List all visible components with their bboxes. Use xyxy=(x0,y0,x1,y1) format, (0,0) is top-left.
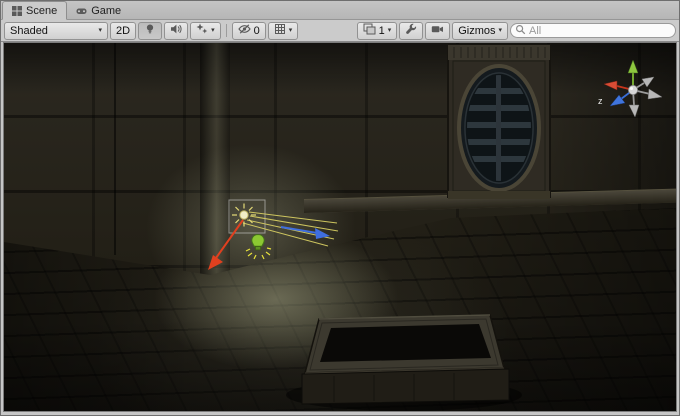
tab-game[interactable]: Game xyxy=(67,2,130,19)
stone-trough[interactable] xyxy=(286,315,522,411)
scene-lighting-toggle[interactable] xyxy=(138,22,162,40)
gizmos-dropdown[interactable]: Gizmos ▾ xyxy=(452,22,508,40)
grid-icon xyxy=(274,23,286,38)
frames-icon xyxy=(363,23,376,38)
scene-effects-dropdown[interactable]: ▾ xyxy=(190,22,221,40)
scene-toolbar: Shaded ▾ 2D ▾ 0 xyxy=(1,20,679,42)
magnifier-icon xyxy=(515,22,526,40)
video-camera-icon xyxy=(431,23,444,38)
wrench-icon xyxy=(405,23,417,38)
scene-visibility-toggle[interactable]: 0 xyxy=(232,22,266,40)
eye-slash-icon xyxy=(238,23,251,38)
chevron-down-icon: ▾ xyxy=(98,27,102,34)
scene-overlay: z xyxy=(4,43,676,411)
toolbar-separator xyxy=(226,24,227,37)
scene-search-input[interactable] xyxy=(529,25,669,37)
chevron-down-icon: ▾ xyxy=(498,27,502,34)
chevron-down-icon: ▾ xyxy=(211,27,215,34)
overlays-dropdown[interactable]: 1 ▾ xyxy=(357,22,398,40)
scene-search-field[interactable] xyxy=(510,23,676,38)
scene-viewport[interactable]: z xyxy=(3,42,677,412)
carved-alcove[interactable] xyxy=(448,45,550,199)
chevron-down-icon: ▾ xyxy=(388,27,392,34)
game-tab-gamepad-icon xyxy=(76,6,87,16)
toggle-2d-button[interactable]: 2D xyxy=(110,22,136,40)
scene-tab-grid-icon xyxy=(12,6,22,16)
gizmo-z-label: z xyxy=(598,96,603,106)
sparkle-icon xyxy=(196,23,208,38)
speaker-icon xyxy=(170,23,182,38)
tab-bar: Scene Game xyxy=(1,1,679,20)
scene-camera-button[interactable] xyxy=(425,22,450,40)
orientation-gizmo[interactable]: z xyxy=(598,60,662,117)
gizmos-label: Gizmos xyxy=(458,25,495,37)
gizmo-center-sphere[interactable] xyxy=(628,85,637,94)
move-handle-x[interactable] xyxy=(208,220,243,270)
draw-mode-dropdown[interactable]: Shaded ▾ xyxy=(4,22,108,40)
chevron-down-icon: ▾ xyxy=(289,27,293,34)
scene-panel-window: Scene Game Shaded ▾ 2D xyxy=(0,0,680,416)
tab-scene-label: Scene xyxy=(26,5,57,17)
hidden-object-count: 0 xyxy=(254,25,260,37)
editor-tools-button[interactable] xyxy=(399,22,423,40)
tab-scene[interactable]: Scene xyxy=(2,1,67,20)
point-light-bulb-gizmo[interactable] xyxy=(246,235,271,260)
draw-mode-label: Shaded xyxy=(10,25,48,37)
toggle-2d-label: 2D xyxy=(116,25,130,37)
directional-light-sun-gizmo[interactable] xyxy=(232,204,256,227)
overlay-count: 1 xyxy=(379,25,385,37)
grid-settings-dropdown[interactable]: ▾ xyxy=(268,22,299,40)
scene-audio-toggle[interactable] xyxy=(164,22,188,40)
tab-game-label: Game xyxy=(91,5,121,17)
bulb-icon xyxy=(144,23,156,38)
